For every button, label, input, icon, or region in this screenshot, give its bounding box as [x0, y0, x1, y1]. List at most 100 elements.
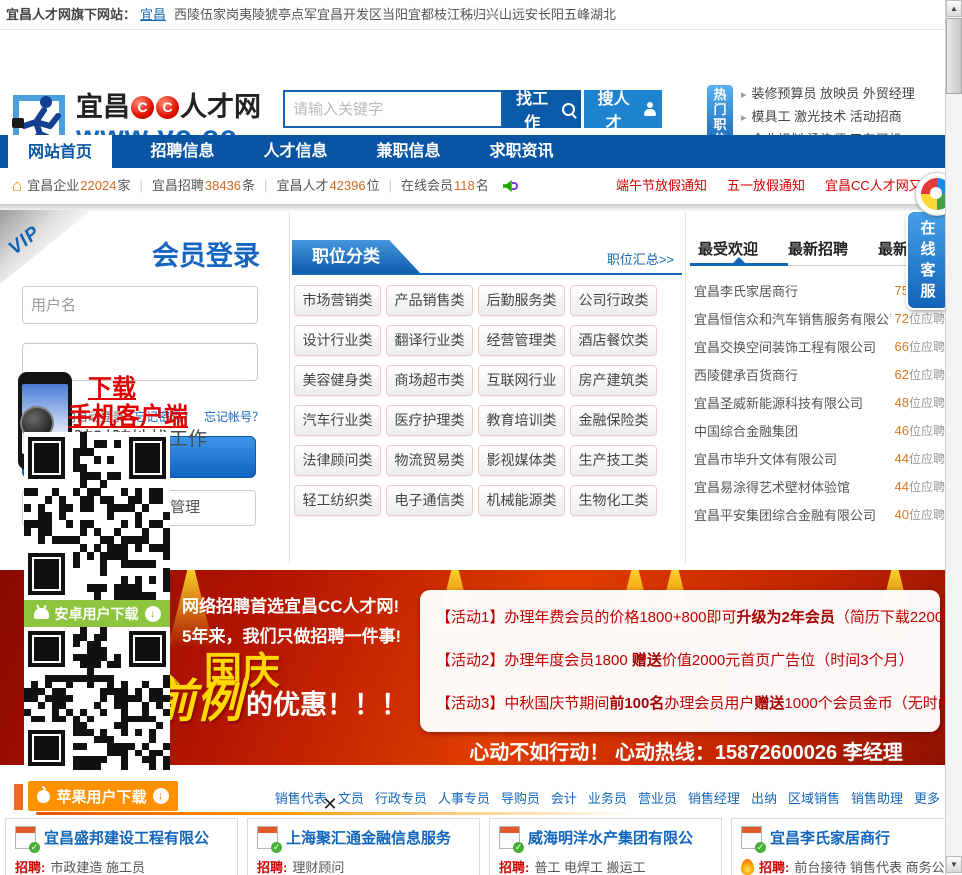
hot-keyword[interactable]: 销售助理: [851, 785, 903, 813]
category-button[interactable]: 商场超市类: [386, 365, 473, 396]
company-row: 宜昌恒信众和汽车销售服务有限公司 72位应聘: [694, 310, 945, 327]
promo-activity-1: 【活动1】办理年费会员的价格1800+800即可升级为2年会员（简历下载2200…: [436, 609, 945, 626]
banner-slogan-1: 网络招聘首选宜昌CC人才网!: [182, 597, 400, 616]
topbar-label: 宜昌人才网旗下网站：: [6, 7, 137, 22]
category-button[interactable]: 房产建筑类: [570, 365, 657, 396]
popular-tabs: 最受欢迎 最新招聘 最新人才: [698, 238, 938, 259]
category-button[interactable]: 物流贸易类: [386, 445, 473, 476]
category-button[interactable]: 轻工纺织类: [294, 485, 381, 516]
search-talent-button[interactable]: 搜人才: [584, 90, 662, 132]
username-input[interactable]: [22, 286, 258, 324]
hot-keyword[interactable]: 区域销售: [788, 785, 840, 813]
hot-keyword-more[interactable]: 更多: [914, 785, 940, 813]
nav-item-jobs[interactable]: 招聘信息: [130, 135, 235, 168]
scrollbar[interactable]: [945, 0, 962, 875]
category-button[interactable]: 金融保险类: [570, 405, 657, 436]
category-button[interactable]: 酒店餐饮类: [570, 325, 657, 356]
main-nav: 网站首页 招聘信息 人才信息 兼职信息 求职资讯: [0, 135, 945, 175]
android-icon: [33, 608, 49, 619]
company-card[interactable]: 宜昌盛邦建设工程有限公 招聘:市政建造 施工员: [5, 818, 238, 875]
categories-title: 职位分类: [292, 240, 420, 273]
scrollbar-thumb[interactable]: [946, 18, 962, 94]
logo-c-ball-2: C: [156, 95, 179, 119]
category-button[interactable]: 产品销售类: [386, 285, 473, 316]
notice-link[interactable]: 五一放假通知: [727, 168, 805, 204]
company-row: 西陵健承百货商行 62位应聘: [694, 366, 945, 383]
online-service-button[interactable]: 在线客服: [906, 210, 950, 310]
scroll-down-button[interactable]: [946, 856, 962, 873]
hot-keywords-bar: 销售代表 文员 行政专员 人事专员 导购员 会计 业务员 营业员 销售经理 出纳…: [275, 785, 940, 813]
hot-keyword[interactable]: 销售代表: [275, 785, 327, 813]
nav-item-news[interactable]: 求职资讯: [469, 135, 574, 168]
nav-item-talents[interactable]: 人才信息: [243, 135, 348, 168]
vip-ribbon: VIP: [0, 210, 92, 284]
notice-link[interactable]: 端午节放假通知: [616, 168, 707, 204]
banner-hotline: 心动不如行动！ 心动热线：15872600026 李经理: [469, 742, 903, 764]
hot-keyword[interactable]: 业务员: [588, 785, 627, 813]
hot-keyword[interactable]: 导购员: [501, 785, 540, 813]
close-icon[interactable]: [320, 794, 340, 814]
qr-code-ios: [24, 627, 171, 771]
hot-keyword[interactable]: 营业员: [638, 785, 677, 813]
category-button[interactable]: 互联网行业: [478, 365, 565, 396]
category-button[interactable]: 机械能源类: [478, 485, 565, 516]
forgot-account-link[interactable]: 忘记帐号？: [204, 408, 264, 425]
find-job-button[interactable]: 找工作: [503, 90, 581, 132]
category-button[interactable]: 美容健身类: [294, 365, 381, 396]
company-row: 宜昌平安集团综合金融有限公司 40位应聘: [694, 506, 945, 523]
scroll-up-button[interactable]: [946, 0, 962, 17]
apple-download-button[interactable]: 苹果用户下载: [28, 781, 178, 811]
apple-bar-accent: [14, 784, 23, 810]
hot-position-line[interactable]: 模具工 激光技术 活动招商: [741, 106, 915, 129]
active-tab-arrow-icon: [733, 257, 745, 263]
company-card[interactable]: 上海聚汇通金融信息服务 招聘:理财顾问: [247, 818, 480, 875]
manage-link[interactable]: 管理: [170, 499, 200, 516]
category-button[interactable]: 市场营销类: [294, 285, 381, 316]
hot-keyword[interactable]: 文员: [338, 785, 364, 813]
logo-c-ball-1: C: [131, 95, 154, 119]
category-button[interactable]: 经营管理类: [478, 325, 565, 356]
topbar-region-links[interactable]: 西陵伍家岗夷陵猇亭点军宜昌开发区当阳宜都枝江秭归兴山远安长阳五峰湖北: [174, 7, 616, 22]
search-input[interactable]: [283, 90, 503, 128]
tab-newest-jobs[interactable]: 最新招聘: [788, 238, 848, 259]
promo-activity-2: 【活动2】办理年度会员1800 赠送价值2000元首页广告位（时间3个月）: [436, 652, 914, 669]
company-row: 宜昌交换空间装饰工程有限公司 66位应聘: [694, 338, 945, 355]
category-button[interactable]: 影视媒体类: [478, 445, 565, 476]
category-button[interactable]: 公司行政类: [570, 285, 657, 316]
hot-keyword[interactable]: 行政专员: [375, 785, 427, 813]
company-row: 宜昌市毕升文体有限公司 44位应聘: [694, 450, 945, 467]
hot-keyword[interactable]: 销售经理: [688, 785, 740, 813]
topbar-city-link[interactable]: 宜昌: [140, 7, 166, 22]
category-button[interactable]: 生物化工类: [570, 485, 657, 516]
category-button[interactable]: 设计行业类: [294, 325, 381, 356]
download-arrow-icon: [152, 788, 169, 804]
categories-summary-link[interactable]: 职位汇总>>: [607, 249, 674, 268]
categories-grid: 市场营销类 产品销售类 后勤服务类 公司行政类 设计行业类 翻译行业类 经营管理…: [294, 285, 664, 516]
category-button[interactable]: 翻译行业类: [386, 325, 473, 356]
category-button[interactable]: 生产技工类: [570, 445, 657, 476]
category-button[interactable]: 法律顾问类: [294, 445, 381, 476]
nav-item-home[interactable]: 网站首页: [8, 135, 112, 175]
category-button[interactable]: 汽车行业类: [294, 405, 381, 436]
android-download-button[interactable]: 安卓用户下载: [24, 600, 170, 627]
company-card[interactable]: 威海明洋水产集团有限公 招聘:普工 电焊工 搬运工: [489, 818, 722, 875]
category-button[interactable]: 医疗护理类: [386, 405, 473, 436]
notice-links: 端午节放假通知 五一放假通知 宜昌CC人才网又增加新功能了~~ 通知: [616, 168, 945, 204]
apple-icon: [37, 785, 51, 803]
document-check-icon: [257, 826, 282, 853]
category-button[interactable]: 教育培训类: [478, 405, 565, 436]
page: 宜昌人才网旗下网站： 宜昌 西陵伍家岗夷陵猇亭点军宜昌开发区当阳宜都枝江秭归兴山远安…: [0, 0, 962, 875]
document-check-icon: [15, 826, 40, 853]
download-arrow-icon: [144, 605, 161, 622]
tab-most-popular[interactable]: 最受欢迎: [698, 238, 758, 259]
hot-position-line[interactable]: 装修预算员 放映员 外贸经理: [741, 83, 915, 106]
company-card[interactable]: 宜昌李氏家居商行 招聘:前台接待 销售代表 商务公: [731, 818, 962, 875]
hot-keyword[interactable]: 出纳: [751, 785, 777, 813]
hot-keyword[interactable]: 会计: [551, 785, 577, 813]
nav-item-parttime[interactable]: 兼职信息: [356, 135, 461, 168]
category-button[interactable]: 后勤服务类: [478, 285, 565, 316]
category-button[interactable]: 电子通信类: [386, 485, 473, 516]
qr-code-android: [24, 432, 171, 601]
hot-keyword[interactable]: 人事专员: [438, 785, 490, 813]
logo-name-a: 宜昌: [76, 92, 130, 122]
